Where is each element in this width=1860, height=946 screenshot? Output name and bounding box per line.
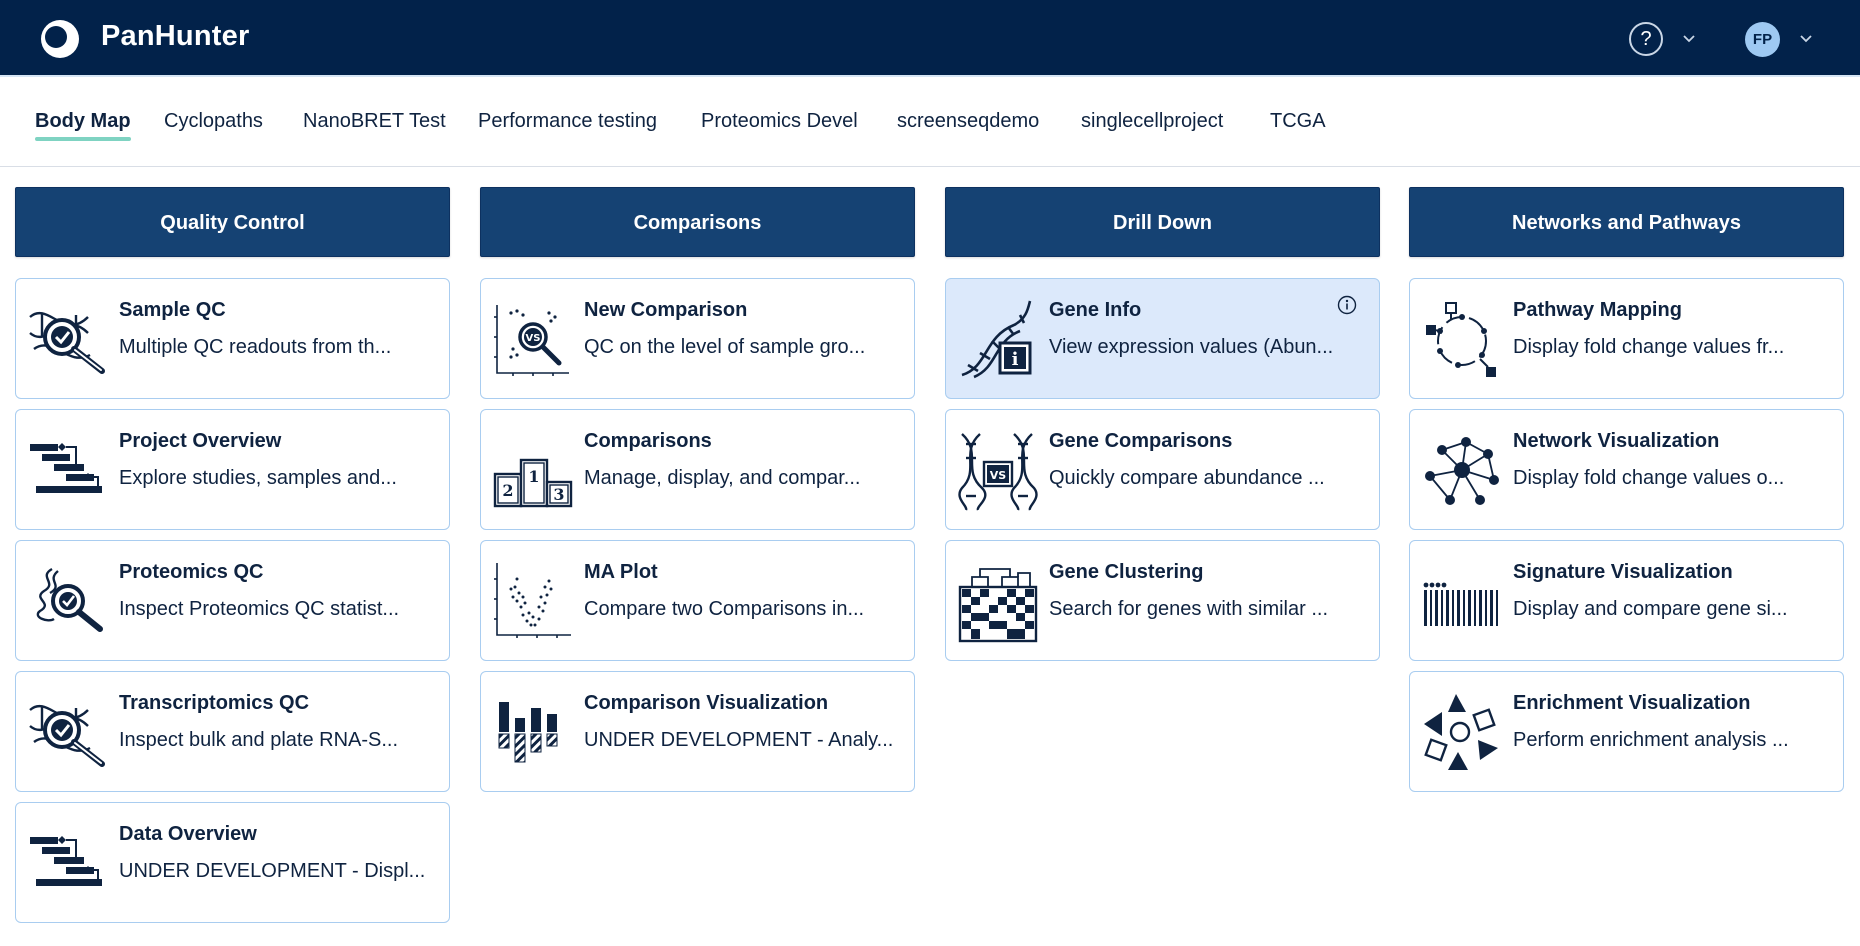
card-description: UNDER DEVELOPMENT - Displ... <box>119 860 426 882</box>
card-new-comparison[interactable]: VS New Comparison QC on the level of sam… <box>480 278 915 399</box>
card-title: Data Overview <box>119 823 257 845</box>
shapes-enrichment-icon <box>1424 694 1498 770</box>
card-gene-clustering[interactable]: Gene Clustering Search for genes with si… <box>945 540 1380 661</box>
column-header-networks-pathways: Networks and Pathways <box>1409 187 1844 257</box>
column-header-quality-control: Quality Control <box>15 187 450 257</box>
card-sample-qc[interactable]: Sample QC Multiple QC readouts from th..… <box>15 278 450 399</box>
top-bar: PanHunter ? FP <box>0 0 1860 77</box>
card-project-overview[interactable]: Project Overview Explore studies, sample… <box>15 409 450 530</box>
podium-third-label: 3 <box>553 485 564 504</box>
card-description: Display fold change values o... <box>1513 467 1785 489</box>
card-title: Gene Comparisons <box>1049 430 1233 452</box>
card-comparison-visualization[interactable]: Comparison Visualization UNDER DEVELOPME… <box>480 671 915 792</box>
tab-performance-testing[interactable]: Performance testing <box>478 110 657 133</box>
card-title: Sample QC <box>119 299 226 321</box>
tab-singlecellproject[interactable]: singlecellproject <box>1081 110 1223 133</box>
barcode-signature-icon <box>1423 582 1498 626</box>
dna-check-magnifier-icon <box>29 704 105 767</box>
scatter-vs-magnifier-icon: VS <box>494 305 569 376</box>
tab-tcga[interactable]: TCGA <box>1270 110 1326 133</box>
card-proteomics-qc[interactable]: Proteomics QC Inspect Proteomics QC stat… <box>15 540 450 661</box>
volcano-plot-icon <box>494 563 571 638</box>
svg-text:VS: VS <box>990 469 1007 482</box>
tab-proteomics-devel[interactable]: Proteomics Devel <box>701 110 858 133</box>
card-description: Search for genes with similar ... <box>1049 598 1328 620</box>
card-title: MA Plot <box>584 561 658 583</box>
podium-icon: 2 1 3 <box>493 458 573 508</box>
card-data-overview[interactable]: Data Overview UNDER DEVELOPMENT - Displ.… <box>15 802 450 923</box>
card-description: Inspect Proteomics QC statist... <box>119 598 400 620</box>
card-network-visualization[interactable]: Network Visualization Display fold chang… <box>1409 409 1844 530</box>
svg-text:i: i <box>1012 349 1019 370</box>
project-tabs: Body Map Cyclopaths NanoBRET Test Perfor… <box>0 77 1860 167</box>
dna-info-icon: i <box>961 300 1032 379</box>
help-button[interactable]: ? <box>1629 22 1663 56</box>
card-gene-comparisons[interactable]: VS Gene Comparisons Quickly compare abun… <box>945 409 1380 530</box>
card-title: Proteomics QC <box>119 561 264 583</box>
svg-text:VS: VS <box>526 333 541 344</box>
hierarchy-bars-icon <box>30 836 102 886</box>
network-nodes-icon <box>1425 437 1499 505</box>
card-description: View expression values (Abun... <box>1049 336 1334 358</box>
column-header-drill-down: Drill Down <box>945 187 1380 257</box>
card-description: Perform enrichment analysis ... <box>1513 729 1789 751</box>
pathway-cycle-icon <box>1426 302 1496 377</box>
card-description: Explore studies, samples and... <box>119 467 397 489</box>
card-description: Manage, display, and compar... <box>584 467 861 489</box>
protein-check-magnifier-icon <box>36 567 103 632</box>
card-description: QC on the level of sample gro... <box>584 336 866 358</box>
card-title: Gene Clustering <box>1049 561 1204 583</box>
card-title: Project Overview <box>119 430 282 452</box>
hierarchy-bars-icon <box>30 443 102 493</box>
heatmap-dendrogram-icon <box>958 568 1038 643</box>
card-title: New Comparison <box>584 299 748 321</box>
card-description: UNDER DEVELOPMENT - Analy... <box>584 729 894 751</box>
card-comparisons[interactable]: 2 1 3 Comparisons Manage, display, and c… <box>480 409 915 530</box>
card-gene-info[interactable]: i Gene Info View expression values (Abun… <box>945 278 1380 399</box>
card-title: Signature Visualization <box>1513 561 1733 583</box>
chevron-down-icon[interactable] <box>1681 30 1697 46</box>
card-ma-plot[interactable]: MA Plot Compare two Comparisons in... <box>480 540 915 661</box>
bar-comparison-icon <box>498 702 558 763</box>
card-transcriptomics-qc[interactable]: Transcriptomics QC Inspect bulk and plat… <box>15 671 450 792</box>
podium-second-label: 2 <box>502 481 513 500</box>
chevron-down-icon[interactable] <box>1798 30 1814 46</box>
card-description: Display fold change values fr... <box>1513 336 1785 358</box>
app-title[interactable]: PanHunter <box>101 20 249 53</box>
dna-check-magnifier-icon <box>29 311 105 374</box>
panhunter-logo-icon[interactable] <box>40 19 80 59</box>
podium-first-label: 1 <box>528 467 539 486</box>
tab-cyclopaths[interactable]: Cyclopaths <box>164 110 263 133</box>
card-title: Comparisons <box>584 430 712 452</box>
tab-body-map[interactable]: Body Map <box>35 110 131 141</box>
column-header-comparisons: Comparisons <box>480 187 915 257</box>
card-description: Multiple QC readouts from th... <box>119 336 392 358</box>
info-icon[interactable] <box>1337 295 1357 315</box>
card-title: Gene Info <box>1049 299 1142 321</box>
card-signature-visualization[interactable]: Signature Visualization Display and comp… <box>1409 540 1844 661</box>
card-title: Comparison Visualization <box>584 692 829 714</box>
card-description: Inspect bulk and plate RNA-S... <box>119 729 399 751</box>
card-title: Enrichment Visualization <box>1513 692 1751 714</box>
card-title: Pathway Mapping <box>1513 299 1682 321</box>
dna-vs-icon: VS <box>958 433 1038 511</box>
card-title: Transcriptomics QC <box>119 692 310 714</box>
card-pathway-mapping[interactable]: Pathway Mapping Display fold change valu… <box>1409 278 1844 399</box>
user-avatar[interactable]: FP <box>1745 22 1780 57</box>
card-enrichment-visualization[interactable]: Enrichment Visualization Perform enrichm… <box>1409 671 1844 792</box>
tab-screenseqdemo[interactable]: screenseqdemo <box>897 110 1039 133</box>
card-title: Network Visualization <box>1513 430 1720 452</box>
card-description: Compare two Comparisons in... <box>584 598 865 620</box>
tab-nanobret-test[interactable]: NanoBRET Test <box>303 110 446 133</box>
card-description: Display and compare gene si... <box>1513 598 1788 620</box>
card-description: Quickly compare abundance ... <box>1049 467 1325 489</box>
